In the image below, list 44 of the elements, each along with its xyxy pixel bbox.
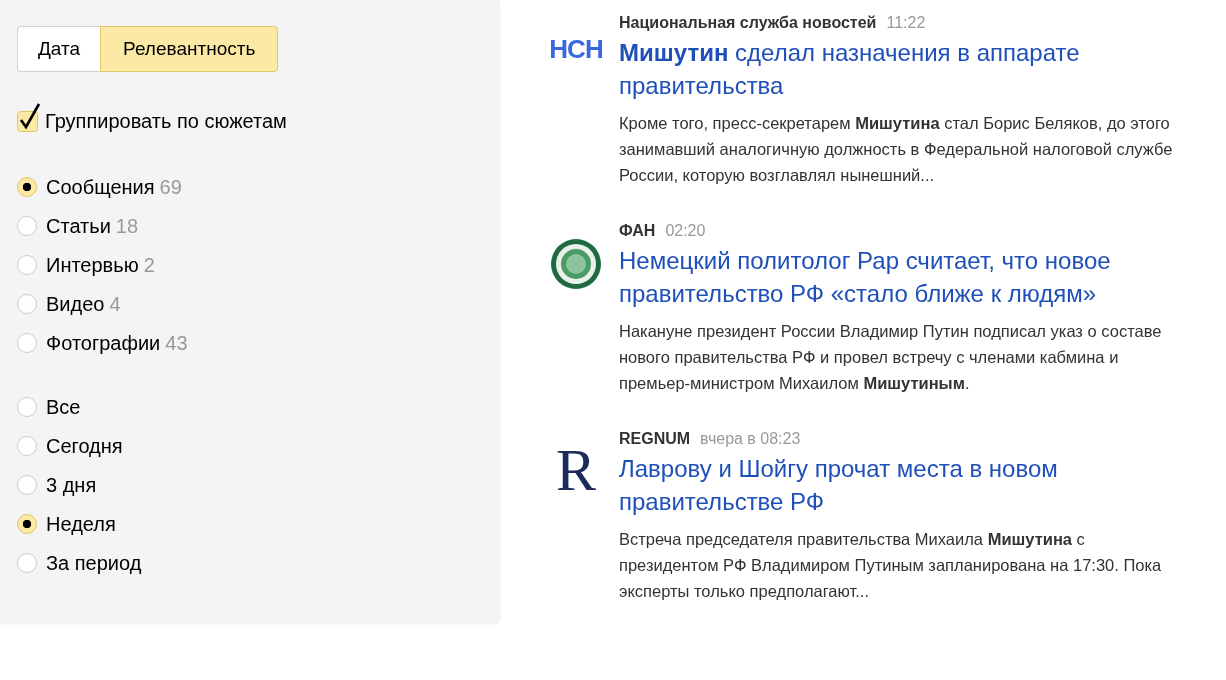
publish-time: вчера в 08:23 bbox=[700, 430, 801, 448]
radio-button[interactable] bbox=[17, 397, 37, 417]
globe-emblem-icon bbox=[550, 238, 602, 290]
checkbox[interactable] bbox=[17, 101, 43, 132]
headline-link[interactable]: Мишутин сделал назначения в аппарате правительства bbox=[619, 36, 1219, 102]
checkbox-label: Группировать по сюжетам bbox=[45, 110, 287, 133]
count: 2 bbox=[143, 253, 155, 277]
count: 18 bbox=[115, 214, 139, 238]
radio-button[interactable] bbox=[17, 177, 37, 197]
radio-label: Неделя bbox=[46, 512, 116, 536]
source-name[interactable]: Национальная служба новостей bbox=[619, 14, 877, 32]
radio-button[interactable] bbox=[17, 294, 37, 314]
sort-tab[interactable]: Релевантность bbox=[100, 26, 279, 72]
radio-label: Все bbox=[46, 395, 81, 419]
headline-link[interactable]: Немецкий политолог Рар считает, что новое правительство РФ «стало ближе к людям» bbox=[619, 244, 1219, 310]
publish-time: 11:22 bbox=[886, 14, 926, 32]
radio-button[interactable] bbox=[17, 255, 37, 275]
count: 69 bbox=[159, 175, 182, 199]
radio-button[interactable] bbox=[17, 475, 37, 495]
radio-label: Интервью bbox=[46, 253, 139, 277]
radio-label: За период bbox=[46, 551, 142, 575]
publish-time: 02:20 bbox=[665, 222, 706, 240]
radio-button[interactable] bbox=[17, 514, 37, 534]
radio-button[interactable] bbox=[17, 553, 37, 573]
radio-label: 3 дня bbox=[46, 473, 97, 497]
count: 4 bbox=[109, 292, 121, 316]
count: 43 bbox=[165, 331, 188, 355]
radio-label: Фотографии bbox=[46, 331, 161, 355]
sort-tab[interactable]: Дата bbox=[17, 26, 101, 72]
radio-label: Сообщения bbox=[46, 175, 155, 199]
source-name[interactable]: REGNUM bbox=[619, 430, 691, 448]
radio-button[interactable] bbox=[17, 436, 37, 456]
news-snippet: Встреча председателя правительства Михаила Мишутина с президентом РФ Владимиром Путиным запланирована на 17:30. Пока эксперты только предполагают... bbox=[619, 529, 1163, 602]
radio-label: Видео bbox=[46, 292, 105, 316]
source-logo: НСН bbox=[549, 34, 603, 65]
source-logo: R bbox=[556, 440, 596, 500]
source-name[interactable]: ФАН bbox=[619, 222, 656, 240]
news-snippet: Кроме того, пресс-секретарем Мишутина стал Борис Беляков, до этого занимавший аналогичную должность в Федеральной налоговой службе России, которую возглавлял нынешний... bbox=[619, 113, 1174, 186]
news-snippet: Накануне президент России Владимир Путин подписал указ о составе нового правительства РФ и провел встречу с членами кабмина и премьер-министром Михаилом Мишутиным. bbox=[619, 321, 1163, 394]
headline-link[interactable]: Лаврову и Шойгу прочат места в новом правительстве РФ bbox=[619, 452, 1219, 518]
radio-button[interactable] bbox=[17, 333, 37, 353]
radio-label: Сегодня bbox=[46, 434, 123, 458]
radio-button[interactable] bbox=[17, 216, 37, 236]
radio-label: Статьи bbox=[46, 214, 111, 238]
